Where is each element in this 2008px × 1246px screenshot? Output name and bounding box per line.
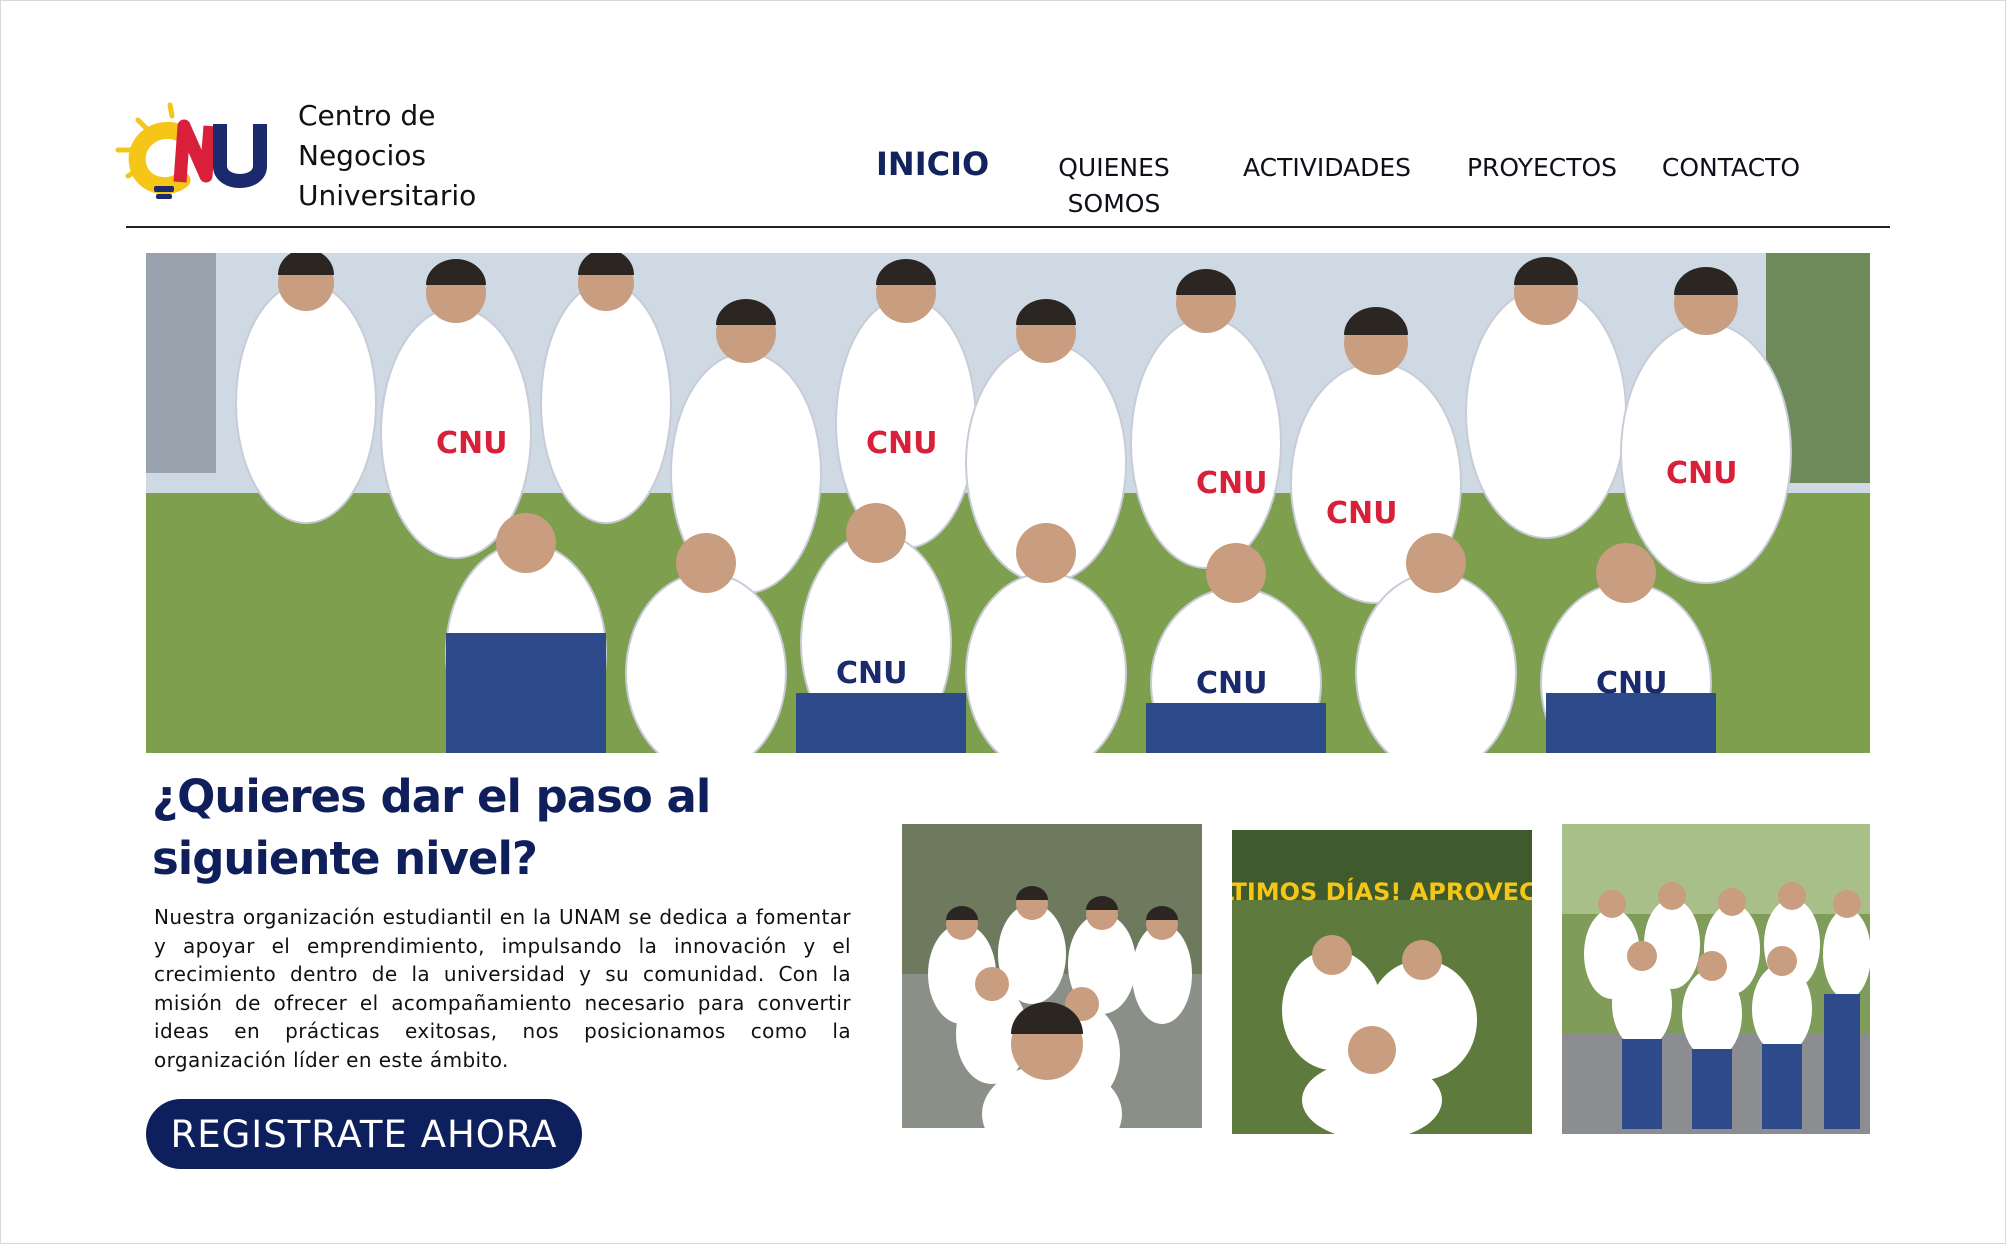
svg-text:CNU: CNU bbox=[1196, 666, 1267, 701]
register-now-button[interactable]: REGISTRATE AHORA bbox=[146, 1099, 582, 1169]
promo-headline: ¿Quieres dar el paso al siguiente nivel? bbox=[152, 766, 872, 890]
svg-text:CNU: CNU bbox=[1326, 496, 1397, 531]
hero-group-photo: CNU CNU CNU CNU CNU CNU CNU CNU bbox=[146, 253, 1870, 753]
promo-headline-line2: siguiente nivel? bbox=[152, 832, 538, 885]
svg-text:CNU: CNU bbox=[1596, 666, 1667, 701]
nav-inicio[interactable]: INICIO bbox=[876, 146, 989, 182]
main-nav: INICIO QUIENES SOMOS ACTIVIDADES PROYECT… bbox=[0, 146, 2008, 226]
svg-text:CNU: CNU bbox=[836, 656, 907, 691]
svg-text:CNU: CNU bbox=[1666, 456, 1737, 491]
nav-quienes-somos[interactable]: QUIENES SOMOS bbox=[1042, 150, 1186, 222]
nav-quienes-somos-line1: QUIENES bbox=[1058, 153, 1170, 182]
nav-proyectos[interactable]: PROYECTOS bbox=[1462, 150, 1622, 186]
svg-text:CNU: CNU bbox=[866, 426, 937, 461]
nav-divider bbox=[126, 226, 1890, 228]
promo-body: Nuestra organización estudiantil en la U… bbox=[154, 905, 851, 1072]
brand-line-1: Centro de bbox=[298, 99, 436, 132]
svg-text:CNU: CNU bbox=[436, 426, 507, 461]
nav-quienes-somos-line2: SOMOS bbox=[1067, 189, 1161, 218]
gallery-photo-2-illustration: ¡ÚLTIMOS DÍAS! APROVECHA bbox=[1232, 830, 1532, 1134]
nav-actividades[interactable]: ACTIVIDADES bbox=[1242, 150, 1412, 186]
gallery-photo-2[interactable]: ¡ÚLTIMOS DÍAS! APROVECHA bbox=[1232, 830, 1532, 1134]
nav-contacto[interactable]: CONTACTO bbox=[1656, 150, 1806, 186]
gallery-photo-3[interactable] bbox=[1562, 824, 1870, 1134]
gallery-photo-2-overlay-text: ¡ÚLTIMOS DÍAS! APROVECHA bbox=[1232, 876, 1532, 906]
promo-headline-line1: ¿Quieres dar el paso al bbox=[152, 770, 711, 823]
gallery-photo-1-illustration bbox=[902, 824, 1202, 1128]
gallery-photo-3-illustration bbox=[1562, 824, 1870, 1134]
hero-photo-illustration: CNU CNU CNU CNU CNU CNU CNU CNU bbox=[146, 253, 1870, 753]
svg-text:CNU: CNU bbox=[1196, 466, 1267, 501]
gallery-photo-1[interactable] bbox=[902, 824, 1202, 1128]
